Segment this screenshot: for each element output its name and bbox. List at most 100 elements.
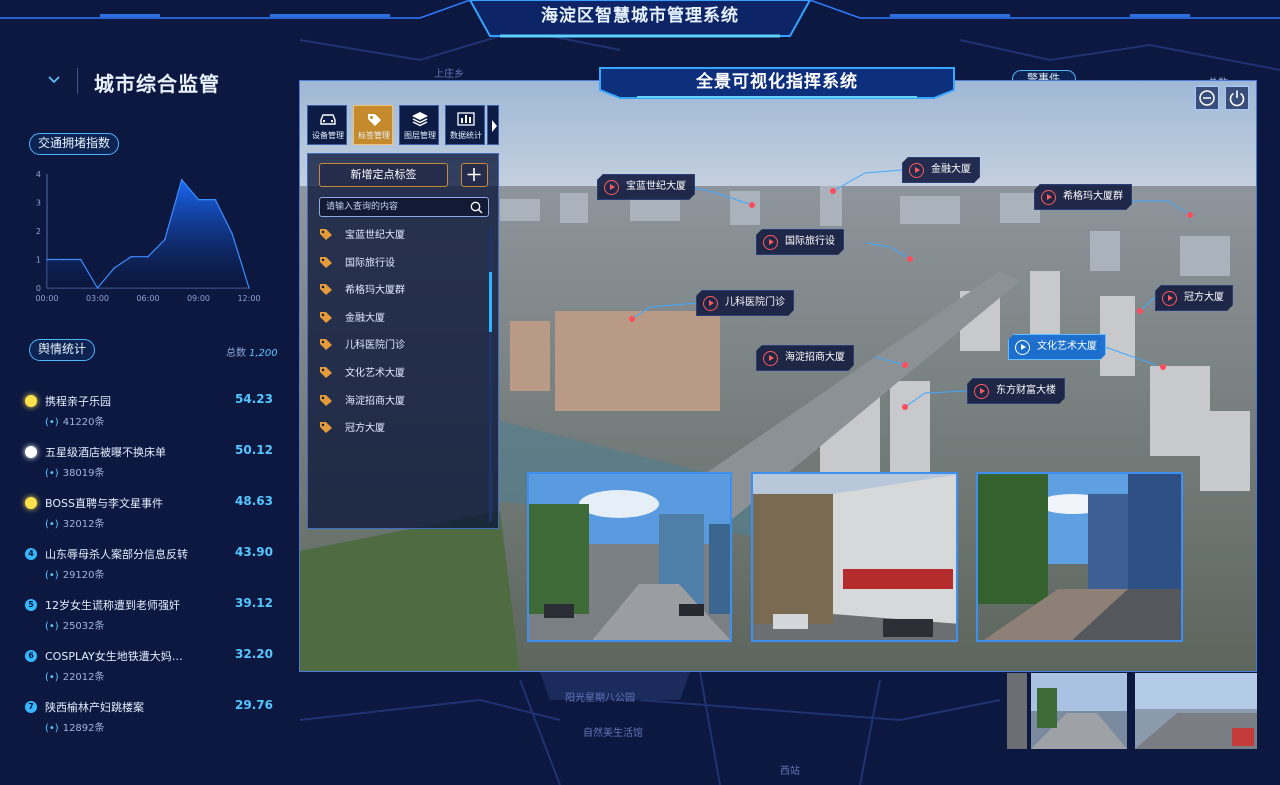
camera-thumbnail-1[interactable]	[527, 472, 732, 642]
rank-badge: 6	[25, 650, 37, 662]
tag-icon	[320, 284, 332, 296]
sentiment-row[interactable]: 携程亲子乐园 54.23 (•) 41220条	[0, 391, 290, 442]
data-point	[96, 287, 99, 289]
rank-badge	[25, 395, 37, 407]
x-tick-label: 06:00	[136, 294, 159, 303]
marker-label: 儿科医院门诊	[725, 297, 785, 308]
bar-chart-icon	[457, 112, 475, 126]
street-camera-image	[529, 474, 730, 640]
tag-list-item[interactable]: 冠方大厦	[318, 417, 478, 437]
tag-name: 金融大厦	[345, 312, 385, 324]
play-icon	[604, 180, 619, 195]
sentiment-count-value: 41220条	[62, 417, 105, 428]
broadcast-icon: (•)	[45, 570, 59, 581]
tag-list-scroll-thumb[interactable]	[489, 272, 492, 332]
tool-tag-management[interactable]: 标签管理	[353, 105, 393, 145]
marker-label: 宝蓝世纪大厦	[626, 181, 686, 192]
sentiment-count-value: 38019条	[62, 468, 105, 479]
marker-xigema[interactable]: 希格玛大厦群	[1034, 184, 1132, 210]
data-point	[113, 267, 116, 269]
sentiment-score: 50.12	[235, 443, 273, 457]
sentiment-row[interactable]: 7 陕西榆林产妇跳楼案 29.76 (•) 12892条	[0, 697, 290, 748]
sentiment-row[interactable]: 6 COSPLAY女生地铁遭大妈… 32.20 (•) 22012条	[0, 646, 290, 697]
sentiment-score: 32.20	[235, 647, 273, 661]
chevron-down-icon[interactable]	[46, 72, 62, 88]
marker-baolan[interactable]: 宝蓝世纪大厦	[597, 174, 695, 200]
sentiment-count: (•) 32012条	[45, 515, 105, 530]
data-point	[164, 238, 166, 241]
marker-jinrong[interactable]: 金融大厦	[902, 157, 980, 183]
marker-erke[interactable]: 儿科医院门诊	[696, 290, 794, 316]
marker-guoji[interactable]: 国际旅行设	[756, 229, 844, 255]
marker-label: 希格玛大厦群	[1063, 191, 1123, 202]
sentiment-row[interactable]: 5 12岁女生谎称遭到老师强奸 39.12 (•) 25032条	[0, 595, 290, 646]
sentiment-row[interactable]: BOSS直聘与李文星事件 48.63 (•) 32012条	[0, 493, 290, 544]
camera-thumbnail-2[interactable]	[751, 472, 958, 642]
congestion-area	[47, 179, 249, 288]
tool-data-statistics[interactable]: 数据统计	[445, 105, 485, 145]
marker-haidian[interactable]: 海淀招商大厦	[756, 345, 854, 371]
data-point	[147, 255, 149, 258]
tag-list-item[interactable]: 海淀招商大厦	[318, 390, 478, 410]
marker-dongfang[interactable]: 东方财富大楼	[967, 378, 1065, 404]
command-title: 全景可视化指挥系统	[696, 72, 858, 92]
tool-layer-management[interactable]: 图层管理	[399, 105, 439, 145]
y-tick-label: 3	[36, 199, 41, 208]
camera-thumbnail-3[interactable]	[976, 472, 1183, 642]
tag-list-item[interactable]: 儿科医院门诊	[318, 334, 478, 354]
sentiment-row[interactable]: 五星级酒店被曝不换床单 50.12 (•) 38019条	[0, 442, 290, 493]
broadcast-icon: (•)	[45, 519, 59, 530]
traffic-congestion-chart: 0 1 2 3 4 00:00 03:00 06:00 09:00 12:00	[35, 170, 260, 303]
tag-icon	[320, 339, 332, 351]
sentiment-score: 54.23	[235, 392, 273, 406]
tag-search-input[interactable]	[326, 200, 466, 214]
tool-device-management[interactable]: 设备管理	[307, 105, 347, 145]
tool-label: 数据统计	[450, 131, 482, 140]
marker-label: 文化艺术大厦	[1037, 341, 1097, 352]
tag-list-item[interactable]: 文化艺术大厦	[318, 362, 478, 382]
tag-list-item[interactable]: 金融大厦	[318, 307, 478, 327]
tag-list-item[interactable]: 希格玛大厦群	[318, 279, 478, 299]
car-icon	[320, 114, 336, 125]
broadcast-icon: (•)	[45, 672, 59, 683]
tag-name: 文化艺术大厦	[345, 368, 405, 379]
tag-list-item[interactable]: 国际旅行设	[318, 252, 478, 272]
tag-icon	[320, 422, 332, 434]
data-point	[248, 287, 250, 289]
rank-badge	[25, 497, 37, 509]
additional-camera-thumbnails	[1007, 673, 1257, 749]
power-button[interactable]	[1225, 86, 1249, 110]
marker-label: 东方财富大楼	[996, 385, 1056, 396]
panel-title: 城市综合监管	[94, 72, 220, 96]
play-icon	[1041, 190, 1056, 205]
sentiment-count-value: 25032条	[62, 621, 105, 632]
marker-wenhua[interactable]: 文化艺术大厦	[1008, 334, 1106, 360]
sentiment-title: BOSS直聘与李文星事件	[45, 497, 163, 510]
play-icon	[1162, 291, 1177, 306]
rank-badge: 4	[25, 548, 37, 560]
sentiment-row[interactable]: 4 山东辱母杀人案部分信息反转 43.90 (•) 29120条	[0, 544, 290, 595]
traffic-section-label: 交通拥堵指数	[29, 133, 120, 155]
minimize-button[interactable]	[1195, 86, 1219, 110]
tag-name: 海淀招商大厦	[345, 395, 405, 407]
data-point	[197, 198, 200, 201]
marker-guanfang[interactable]: 冠方大厦	[1155, 285, 1233, 311]
data-point	[231, 233, 233, 235]
add-tag-plus-button[interactable]	[461, 163, 488, 187]
sentiment-score: 48.63	[235, 494, 273, 508]
play-icon	[974, 384, 989, 399]
search-icon[interactable]	[470, 201, 483, 214]
data-point	[180, 178, 183, 181]
sentiment-title: 陕西榆林产妇跳楼案	[45, 701, 144, 714]
sentiment-section-label: 舆情统计	[29, 339, 96, 361]
tool-label: 标签管理	[358, 131, 390, 140]
add-fixed-tag-button[interactable]: 新增定点标签	[319, 163, 448, 187]
tag-name: 冠方大厦	[345, 423, 385, 435]
y-tick-label: 0	[36, 284, 41, 293]
y-tick-label: 1	[36, 256, 41, 265]
sentiment-title: COSPLAY女生地铁遭大妈…	[45, 650, 183, 663]
tag-icon	[320, 256, 332, 268]
tag-list-item[interactable]: 宝蓝世纪大厦	[318, 224, 478, 244]
tag-name: 儿科医院门诊	[345, 340, 405, 352]
toolbar-more-button[interactable]	[487, 105, 499, 145]
